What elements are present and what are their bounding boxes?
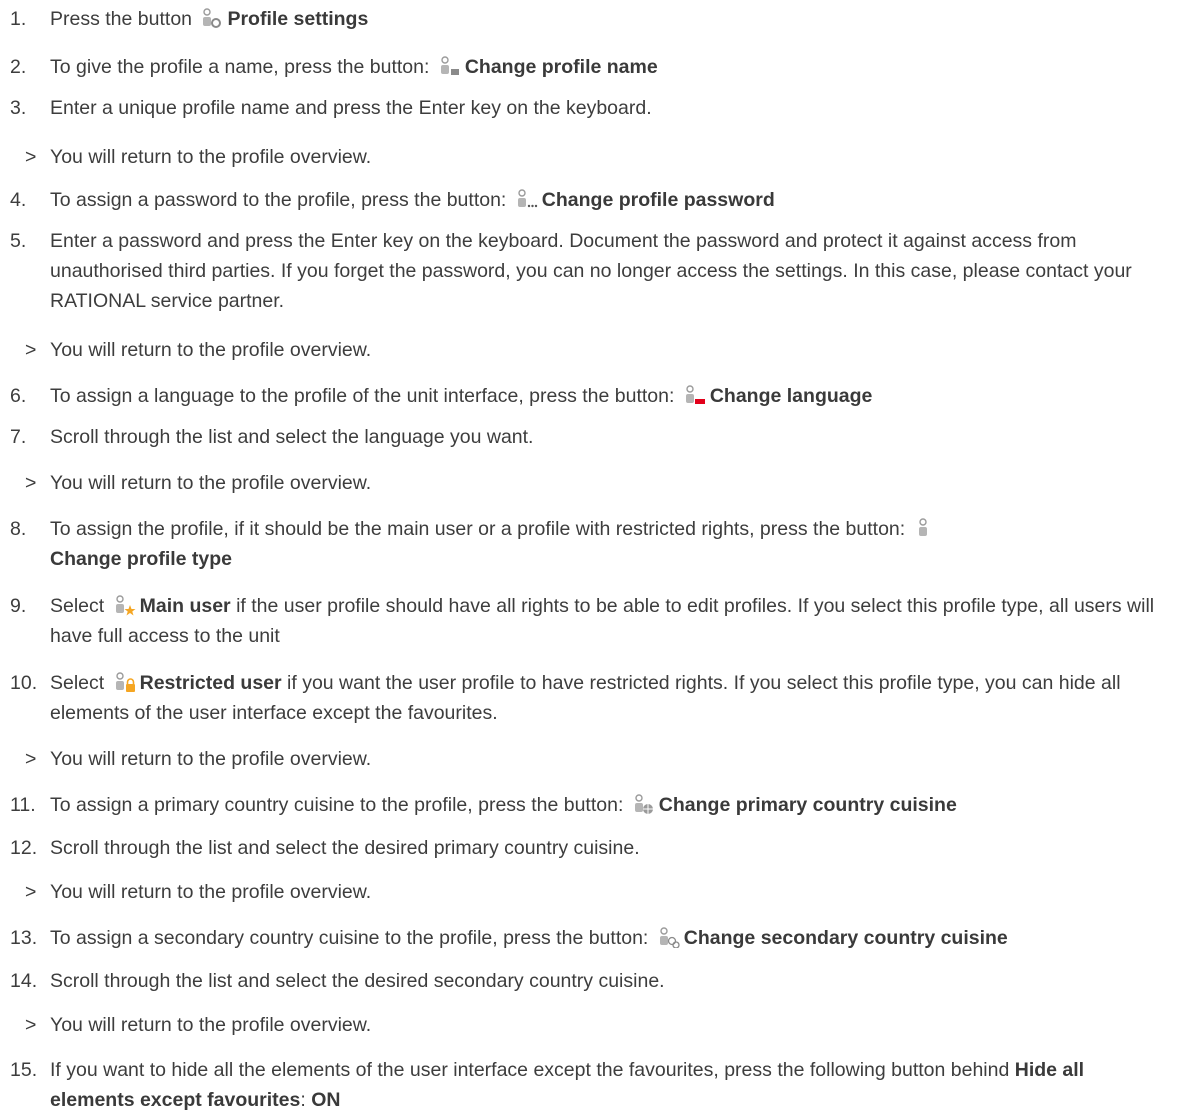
step-3: 3. Enter a unique profile name and press… [10,93,1170,123]
step-text: Scroll through the list and select the d… [50,970,665,992]
step-number: 12. [10,837,38,859]
result-line: > You will return to the profile overvie… [10,877,1170,907]
step-number: 3. [10,97,27,119]
change-profile-name-icon [437,55,461,77]
step-number: 15. [10,1059,38,1081]
step-bold: Main user [139,595,231,617]
step-number: 13. [10,927,38,949]
step-text-continued: : [300,1089,306,1111]
step-12: 12. Scroll through the list and select t… [10,833,1170,863]
step-text: To assign a password to the profile, pre… [50,189,507,211]
profile-settings-icon [199,7,223,29]
result-marker: > [25,339,37,361]
step-1: 1. Press the button Profile settings [10,4,1170,34]
step-bold: Change language [709,385,873,407]
change-profile-password-icon [514,188,538,210]
instruction-document: 1. Press the button Profile settings 2. … [0,0,1197,1111]
step-text: Select [50,595,105,617]
result-marker: > [25,748,37,770]
step-number: 2. [10,56,27,78]
result-marker: > [25,146,37,168]
step-text: To assign a primary country cuisine to t… [50,794,624,816]
step-text: You will return to the profile overview. [50,881,372,903]
result-line: > You will return to the profile overvie… [10,744,1170,774]
step-7: 7. Scroll through the list and select th… [10,422,1170,452]
step-text: To assign a language to the profile of t… [50,385,675,407]
on-value: ON [311,1089,341,1111]
change-profile-type-icon [913,517,937,539]
result-marker: > [25,472,37,494]
result-line: > You will return to the profile overvie… [10,335,1170,365]
step-text: Scroll through the list and select the l… [50,426,534,448]
step-text: Scroll through the list and select the d… [50,837,640,859]
result-line: > You will return to the profile overvie… [10,142,1170,172]
step-2: 2. To give the profile a name, press the… [10,52,1170,82]
step-number: 14. [10,970,38,992]
step-bold: Change primary country cuisine [658,794,957,816]
step-number: 9. [10,595,27,617]
step-text: You will return to the profile overview. [50,1014,372,1036]
step-5: 5. Enter a password and press the Enter … [10,226,1170,316]
step-10: 10. Select Restricted user if you want t… [10,668,1170,728]
result-marker: > [25,881,37,903]
step-bold: Restricted user [139,672,282,694]
step-15: 15. If you want to hide all the elements… [10,1055,1170,1115]
change-language-icon [682,384,706,406]
step-9: 9. Select Main user if the user profile … [10,591,1170,651]
step-bold: Change secondary country cuisine [683,927,1008,949]
change-secondary-cuisine-icon [656,926,680,948]
step-text: Press the button [50,8,193,30]
step-text: Enter a password and press the Enter key… [50,230,1132,312]
step-text: To give the profile a name, press the bu… [50,56,430,78]
step-14: 14. Scroll through the list and select t… [10,966,1170,996]
step-text: Enter a unique profile name and press th… [50,97,652,119]
step-bold: Change profile password [541,189,775,211]
step-number: 1. [10,8,27,30]
step-text: Select [50,672,105,694]
step-6: 6. To assign a language to the profile o… [10,381,1170,411]
step-bold: Change profile type [50,548,233,570]
step-bold: Change profile name [464,56,658,78]
step-8: 8. To assign the profile, if it should b… [10,514,1170,574]
step-bold: Profile settings [227,8,369,30]
step-text: You will return to the profile overview. [50,472,372,494]
step-number: 7. [10,426,27,448]
step-number: 10. [10,672,38,694]
result-marker: > [25,1014,37,1036]
step-number: 6. [10,385,27,407]
step-13: 13. To assign a secondary country cuisin… [10,923,1170,953]
step-number: 4. [10,189,27,211]
step-text: To assign a secondary country cuisine to… [50,927,649,949]
step-text: To assign the profile, if it should be t… [50,518,906,540]
change-primary-cuisine-icon [631,793,655,815]
result-line: > You will return to the profile overvie… [10,468,1170,498]
result-line: > You will return to the profile overvie… [10,1010,1170,1040]
step-text: You will return to the profile overview. [50,146,372,168]
step-number: 5. [10,230,27,252]
main-user-icon [112,594,136,616]
restricted-user-icon [112,671,136,693]
step-number: 8. [10,518,27,540]
step-text: You will return to the profile overview. [50,339,372,361]
step-text: You will return to the profile overview. [50,748,372,770]
step-number: 11. [10,794,36,816]
step-text: If you want to hide all the elements of … [50,1059,1010,1081]
step-4: 4. To assign a password to the profile, … [10,185,1170,215]
step-11: 11. To assign a primary country cuisine … [10,790,1170,820]
